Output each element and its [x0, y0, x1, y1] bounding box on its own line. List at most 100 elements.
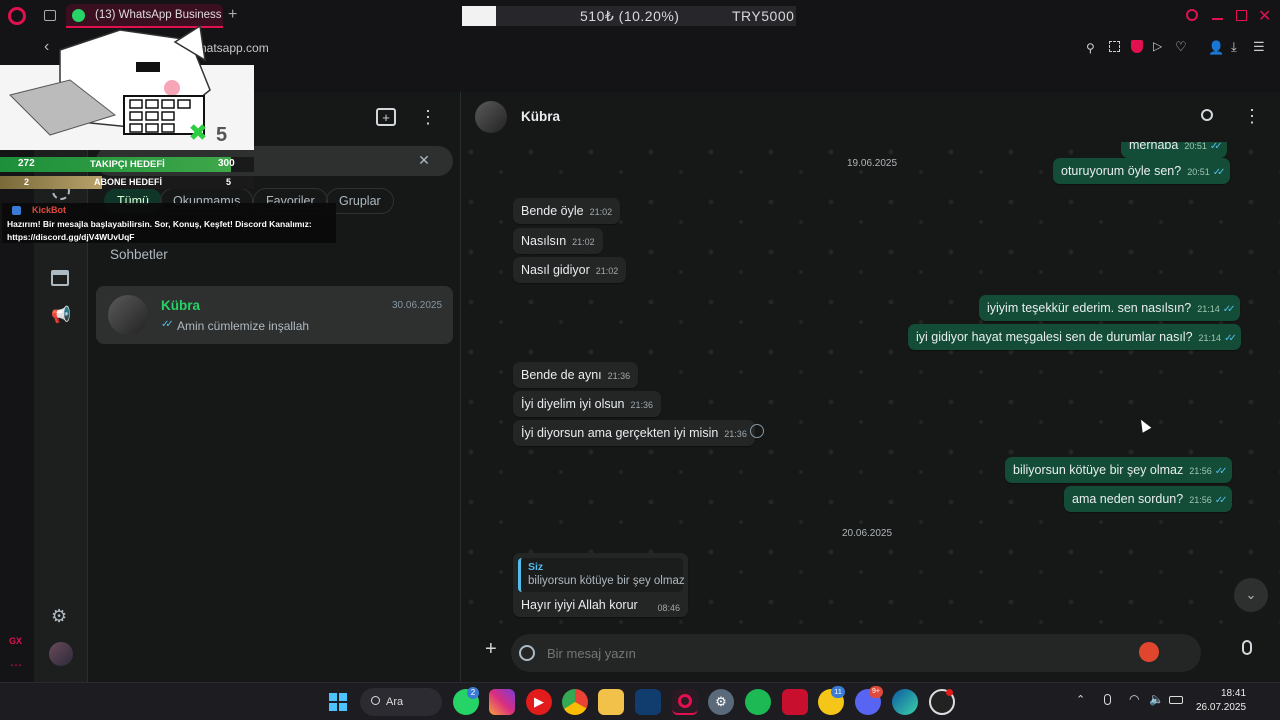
- disney-plus-icon[interactable]: [635, 689, 661, 715]
- search-icon[interactable]: [1201, 109, 1213, 121]
- quoted-message[interactable]: Siz biliyorsun kötüye bir şey olmaz: [518, 558, 685, 592]
- opera-gx-taskbar-icon[interactable]: [672, 689, 698, 715]
- file-explorer-icon[interactable]: [598, 689, 624, 715]
- player-icon[interactable]: ▷: [1153, 39, 1162, 53]
- sticker-icon[interactable]: [519, 645, 535, 661]
- follower-goal-target: 300: [218, 158, 235, 169]
- subscriber-goal-label: ABONE HEDEFİ: [94, 177, 163, 187]
- quote-text: biliyorsun kötüye bir şey olmaz: [528, 575, 685, 587]
- windows-taskbar: Ara 2 ▶ ⚙ 11 9+ ⌃ ◠ 🔈 18:41 26.07.2025: [0, 682, 1280, 720]
- battery-icon[interactable]: [1169, 696, 1183, 704]
- message-out[interactable]: merhaba 20:51 ✓✓: [1121, 142, 1227, 158]
- kickbot-chat-box: KickBot Hazırım! Bir mesajla başlayabili…: [2, 203, 336, 243]
- store-icon[interactable]: [51, 270, 69, 286]
- subscriber-goal-target: 5: [226, 177, 232, 187]
- search-tabs-icon[interactable]: [1186, 9, 1198, 21]
- settings-icon[interactable]: ⚙: [51, 606, 67, 627]
- mcafee-icon[interactable]: [782, 689, 808, 715]
- message-time: 08:46: [657, 603, 680, 613]
- message-area: merhaba 20:51 ✓✓ 19.06.2025 oturuyorum öyl…: [461, 142, 1280, 626]
- message-in[interactable]: İyi diyelim iyi olsun 21:36: [513, 391, 662, 417]
- message-out[interactable]: oturuyorum öyle sen? 20:51 ✓✓: [1053, 158, 1230, 184]
- start-icon[interactable]: [329, 693, 347, 711]
- date-separator: 20.06.2025: [842, 528, 893, 539]
- ticker-color-box: [462, 6, 496, 26]
- date-separator: 19.06.2025: [847, 158, 898, 169]
- snapshot-icon[interactable]: [1109, 41, 1120, 52]
- chat-list-item[interactable]: Kübra 30.06.2025 ✓✓ Amin cümlemize inşal…: [96, 286, 453, 344]
- norton-badge: 11: [831, 686, 845, 698]
- megaphone-icon[interactable]: 📢: [51, 305, 71, 325]
- message-out[interactable]: ama neden sordun? 21:56 ✓✓: [1064, 486, 1232, 512]
- settings-taskbar-icon[interactable]: ⚙: [708, 689, 734, 715]
- message-in[interactable]: Bende de aynı 21:36: [513, 362, 639, 388]
- draw-app-icon[interactable]: [1139, 642, 1159, 662]
- message-text: Hayır iyiyi Allah korur: [521, 598, 638, 612]
- message-out[interactable]: iyiyim teşekkür ederim. sen nasılsın? 21:…: [979, 295, 1240, 321]
- ticker-goal: TRY5000: [732, 8, 795, 24]
- message-in[interactable]: Bende öyle 21:02: [513, 198, 621, 224]
- message-in[interactable]: İyi diyorsun ama gerçekten iyi misin 21:3…: [513, 420, 755, 446]
- search-label: Ara: [386, 696, 404, 708]
- conversation-panel: Kübra ⋮ merhaba 20:51 ✓✓ 19.06.2025 oturuy…: [461, 92, 1280, 682]
- pin-icon[interactable]: ⚲: [1086, 41, 1095, 55]
- contact-avatar[interactable]: [475, 101, 507, 133]
- more-icon[interactable]: ⋯: [10, 658, 22, 672]
- message-out[interactable]: iyi gidiyor hayat meşgalesi sen de durum…: [908, 324, 1241, 350]
- wifi-icon[interactable]: ◠: [1129, 692, 1139, 706]
- subscriber-goal-current: 2: [24, 177, 30, 187]
- youtube-icon[interactable]: ▶: [526, 689, 552, 715]
- edge-icon[interactable]: [892, 689, 918, 715]
- avatar[interactable]: [49, 642, 73, 666]
- chrome-icon[interactable]: [562, 689, 588, 715]
- profile-icon[interactable]: 👤: [1208, 40, 1224, 56]
- filter-gruplar[interactable]: Gruplar: [326, 188, 394, 214]
- attach-icon[interactable]: +: [485, 638, 497, 661]
- heart-icon[interactable]: ♡: [1175, 39, 1187, 55]
- volume-icon[interactable]: 🔈: [1149, 692, 1164, 706]
- spotify-icon[interactable]: [745, 689, 771, 715]
- message-in[interactable]: Nasılsın 21:02: [513, 228, 603, 254]
- message-in[interactable]: Nasıl gidiyor 21:02: [513, 257, 627, 283]
- recording-dot-icon: [946, 689, 953, 696]
- message-input-box[interactable]: [511, 634, 1201, 672]
- clear-search-icon[interactable]: ✕: [414, 150, 434, 170]
- follower-goal-bar: 272 TAKIPÇI HEDEFİ 300: [0, 157, 254, 172]
- subscriber-goal-fill: [0, 176, 102, 189]
- conversation-header: Kübra ⋮: [461, 92, 1280, 142]
- instagram-icon[interactable]: [489, 689, 515, 715]
- easy-setup-icon[interactable]: ☰: [1253, 39, 1265, 55]
- chat-date: 30.06.2025: [392, 300, 443, 311]
- subscriber-goal-bar: 2 ABONE HEDEFİ 5: [0, 176, 254, 189]
- message-in-reply[interactable]: Siz biliyorsun kötüye bir şey olmaz Hayı…: [513, 553, 688, 617]
- mic-icon[interactable]: [1242, 640, 1252, 655]
- taskbar-search[interactable]: Ara: [360, 688, 442, 716]
- chat-name: Kübra: [161, 298, 201, 313]
- menu-icon[interactable]: ⋮: [418, 106, 438, 128]
- follower-goal-current: 272: [18, 158, 35, 169]
- close-window-icon[interactable]: ✕: [1258, 6, 1271, 26]
- clock-time[interactable]: 18:41: [1221, 688, 1246, 699]
- follower-goal-label: TAKIPÇI HEDEFİ: [90, 159, 165, 170]
- contact-name[interactable]: Kübra: [521, 109, 560, 124]
- bot-name: KickBot: [32, 205, 67, 215]
- tray-chevron-icon[interactable]: ⌃: [1076, 693, 1085, 706]
- tray-mic-icon[interactable]: [1104, 694, 1111, 705]
- chat-menu-icon[interactable]: ⋮: [1243, 106, 1261, 127]
- emoji-reaction-icon[interactable]: [750, 424, 764, 438]
- download-icon[interactable]: ⤓: [1231, 39, 1237, 55]
- ticker-amount: 510₺ (10.20%): [580, 7, 680, 24]
- gx-label: GX: [9, 636, 23, 646]
- adblock-icon[interactable]: [1131, 40, 1143, 53]
- bot-badge-icon: [12, 206, 21, 215]
- stream-overlay-cat-image: 5: [0, 20, 254, 150]
- scroll-down-button[interactable]: ⌄: [1234, 578, 1268, 612]
- chat-preview: Amin cümlemize inşallah: [177, 319, 310, 333]
- message-out[interactable]: biliyorsun kötüye bir şey olmaz 21:56 ✓✓: [1005, 457, 1232, 483]
- chat-avatar: [108, 295, 148, 335]
- clock-date[interactable]: 26.07.2025: [1196, 702, 1246, 713]
- minimize-window-icon[interactable]: [1212, 18, 1223, 20]
- restore-window-icon[interactable]: [1236, 10, 1247, 21]
- new-chat-icon[interactable]: +: [376, 108, 396, 126]
- message-input[interactable]: [547, 642, 1107, 664]
